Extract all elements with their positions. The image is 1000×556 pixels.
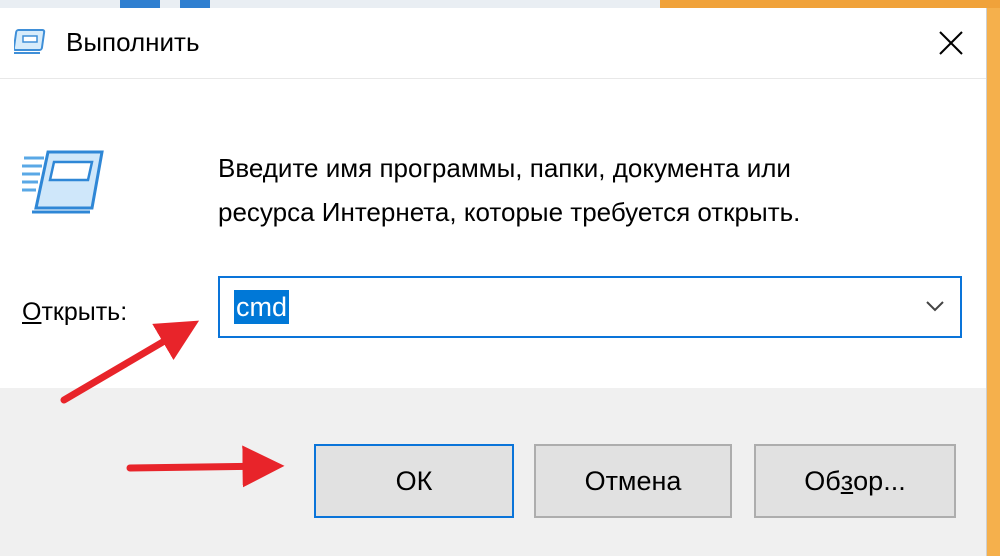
description-text: Введите имя программы, папки, документа …	[218, 146, 958, 234]
browse-label-access-key: з	[840, 465, 854, 496]
open-input-value[interactable]: cmd	[234, 290, 290, 324]
chevron-down-icon[interactable]	[924, 298, 946, 314]
description-line: ресурса Интернета, которые требуется отк…	[218, 197, 801, 227]
title-separator	[0, 78, 986, 79]
desktop-strip	[0, 0, 1000, 8]
browse-button[interactable]: Об з ор...	[754, 444, 956, 518]
run-icon	[22, 150, 104, 214]
cancel-button[interactable]: Отмена	[534, 444, 732, 518]
desktop-edge	[986, 8, 1000, 556]
window-title: Выполнить	[66, 27, 200, 57]
open-label: Открыть:	[22, 294, 127, 330]
button-panel: ОК Отмена Об з ор...	[0, 388, 986, 556]
run-dialog: Выполнить Введите имя программы, папки, …	[0, 8, 987, 556]
close-icon	[939, 31, 963, 55]
desktop-fragment	[180, 0, 210, 8]
ok-button[interactable]: ОК	[314, 444, 514, 518]
open-label-access-key: О	[22, 298, 42, 326]
description-line: Введите имя программы, папки, документа …	[218, 153, 791, 183]
open-label-text: ткрыть:	[41, 298, 128, 326]
desktop-fragment	[660, 0, 1000, 8]
open-combobox[interactable]: cmd	[218, 276, 962, 338]
browse-label-part: Об	[804, 465, 841, 496]
title-bar[interactable]: Выполнить	[0, 8, 986, 78]
desktop-fragment	[120, 0, 160, 8]
run-icon	[14, 29, 46, 54]
close-button[interactable]	[916, 8, 986, 78]
browse-label-part: ор...	[853, 465, 906, 496]
